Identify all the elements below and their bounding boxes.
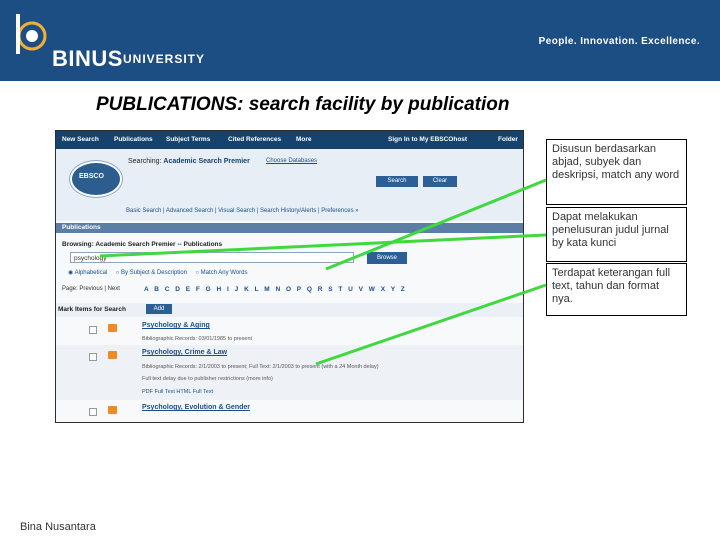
alphabet-index[interactable]: A B C D E F G H I J K L M N O P Q R S T … [144,286,407,293]
result-meta: Bibliographic Records: 03/01/1985 to pre… [142,336,253,342]
choose-databases-link[interactable]: Choose Databases [266,158,317,164]
nav-publications[interactable]: Publications [114,136,153,143]
searching-prefix: Searching: [128,158,162,165]
mark-items-row [56,303,523,317]
publications-bar: Publications [56,223,523,233]
ebsco-screenshot: New Search Publications Subject Terms Ci… [55,130,524,423]
result-checkbox[interactable] [89,326,97,334]
mark-items-label: Mark Items for Search [58,306,126,313]
logo-subtext: UNIVERSITY [123,52,206,66]
result-title[interactable]: Psychology & Aging [142,322,210,329]
ebsco-logo-text: EBSCO [79,173,104,180]
nav-subject-terms[interactable]: Subject Terms [166,136,210,143]
nav-cited-references[interactable]: Cited References [228,136,281,143]
footer-text: Bina Nusantara [20,521,96,533]
rss-icon[interactable] [108,406,117,414]
radio-subject-label[interactable]: By Subject & Description [121,270,187,276]
browsing-label: Browsing: Academic Search Premier -- Pub… [62,241,223,248]
browse-options: ◉ Alphabetical ○ By Subject & Descriptio… [68,269,248,276]
radio-icon[interactable]: ◉ [68,270,73,276]
full-text-links[interactable]: PDF Full Text HTML Full Text [142,389,213,395]
browse-input[interactable]: psychology [70,252,354,263]
result-title[interactable]: Psychology, Evolution & Gender [142,404,250,411]
rss-icon[interactable] [108,324,117,332]
nav-new-search[interactable]: New Search [62,136,99,143]
binus-logo-icon [16,14,47,54]
publications-bar-label: Publications [62,224,101,231]
rss-icon[interactable] [108,351,117,359]
result-checkbox[interactable] [89,353,97,361]
browse-button[interactable]: Browse [367,252,407,264]
callout-box: Dapat melakukan penelusuran judul jurnal… [546,207,687,262]
result-checkbox[interactable] [89,408,97,416]
callout-box: Disusun berdasarkan abjad, subyek dan de… [546,139,687,205]
search-modes-links[interactable]: Basic Search | Advanced Search | Visual … [126,208,359,214]
nav-more[interactable]: More [296,136,312,143]
pagination[interactable]: Page: Previous | Next [62,286,120,292]
radio-alphabetical-label[interactable]: Alphabetical [75,270,108,276]
header-banner: BINUS UNIVERSITY People. Innovation. Exc… [0,0,720,81]
radio-match-label[interactable]: Match Any Words [201,270,248,276]
clear-button[interactable]: Clear [423,176,457,187]
slide-title: PUBLICATIONS: search facility by publica… [96,94,510,115]
searching-database: Academic Search Premier [163,158,250,165]
searching-label: Searching: Academic Search Premier [128,158,250,165]
nav-folder[interactable]: Folder [498,136,518,143]
ebsco-topnav: New Search Publications Subject Terms Ci… [56,131,523,149]
logo-text: BINUS [52,46,123,71]
search-button[interactable]: Search [376,176,418,187]
tagline: People. Innovation. Excellence. [538,36,700,47]
add-button[interactable]: Add [146,304,172,314]
result-meta: Bibliographic Records: 2/1/2003 to prese… [142,364,379,370]
callout-box: Terdapat keterangan full text, tahun dan… [546,263,687,316]
radio-icon[interactable]: ○ [116,270,120,276]
radio-icon[interactable]: ○ [195,270,199,276]
result-row-highlight [56,345,523,400]
result-meta-note: Full text delay due to publisher restric… [142,376,273,382]
result-title[interactable]: Psychology, Crime & Law [142,349,227,356]
nav-sign-in[interactable]: Sign In to My EBSCOhost [388,136,467,143]
